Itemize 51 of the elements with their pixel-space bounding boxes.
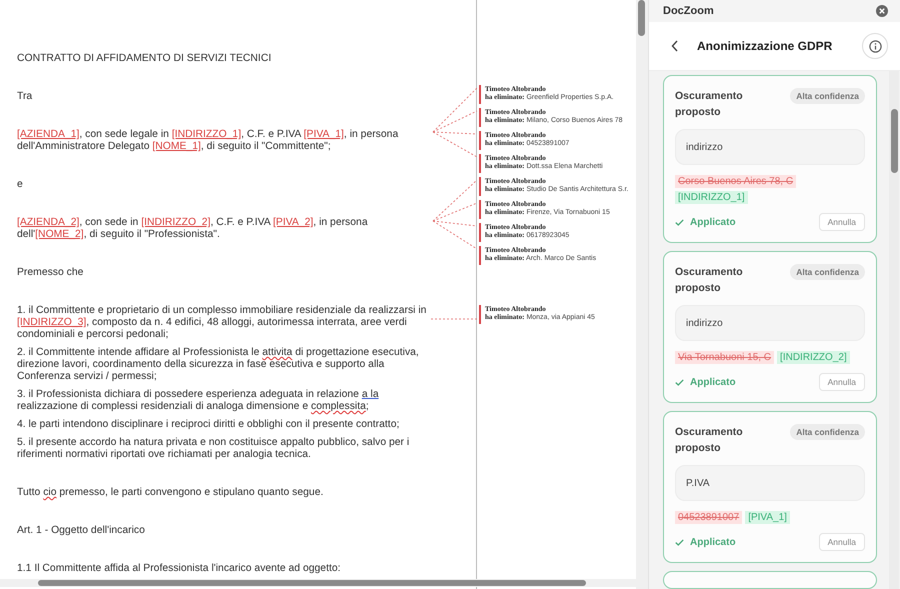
removed-text: Corso Buenos Aires 78, C [675,175,796,188]
close-icon[interactable] [876,5,888,17]
replacement-text: [INDIRIZZO_1] [675,191,748,204]
paragraph: Art. 1 - Oggetto dell'incarico [17,525,146,537]
replacement-text: [INDIRIZZO_2] [777,351,850,364]
category-field[interactable]: indirizzo [675,305,865,341]
undo-button[interactable]: Annulla [818,533,865,551]
paragraph: 2. il Committente intende affidare al Professionista le attivita di progettazione esecutiva, direzione lavori, coordinamento della sicurezza in fase esecutiva e supporto alla Conferenza servizi / permessi; [17,347,420,383]
paragraph: 3. il Professionista dichiara di possedere esperienza adeguata in relazione a la realizzazione di complessi residenziali di analoga dimensione e complessita; [17,389,380,413]
info-icon [868,40,882,52]
removed-text: Via Tornabuoni 15, C [675,351,774,364]
card-title: Oscuramento proposto [675,265,744,296]
paragraph: [AZIENDA_1], con sede legale in [INDIRIZZO_1], C.F. e P.IVA [PIVA_1], in persona dell'Amministratore Delegato [NOME_1], di seguito il "Committente"; [17,129,400,153]
undo-button[interactable]: Annulla [818,213,865,231]
vertical-scrollbar[interactable] [636,0,648,589]
app-name: DocZoom [663,5,714,17]
confidence-badge: Alta confidenza [790,424,865,440]
horizontal-scrollbar[interactable] [0,579,636,587]
replacement-text: [PIVA_1] [745,511,790,524]
paragraph: Tutto cio premesso, le parti convengono e stipulano quanto segue. [17,487,324,499]
paragraph: CONTRATTO DI AFFIDAMENTO DI SERVIZI TECNICI [17,53,272,65]
check-icon [675,218,684,226]
paragraph: 1.1 Il Committente affida al Professionista l'incarico avente ad oggetto: [17,563,342,575]
category-field[interactable]: indirizzo [675,129,865,165]
check-icon [675,378,684,386]
check-icon [675,538,684,546]
paragraph: 1. il Committente e proprietario di un complesso immobiliare residenziale da realizzarsi in [INDIRIZZO_3], composto da n. 4 edifici, 48 alloggi, autorimessa interrata, aree verdi condominiali e percorsi pedonali; [17,305,428,341]
card-title: Oscuramento proposto [675,89,744,120]
paragraph: Premesso che [17,267,84,279]
info-button[interactable] [862,33,888,59]
panel-scrollbar[interactable] [889,71,899,589]
back-icon[interactable] [671,40,679,52]
paragraph: 4. le parti intendono disciplinare i reciproci diritti e obblighi con il presente contratto; [17,419,400,431]
panel-title: Anonimizzazione GDPR [697,39,834,53]
paragraph: 5. il presente accordo ha natura privata e non costituisce appalto pubblico, salvo per i riferimenti normativi riportati ove richiamati per analogia tecnica. [17,437,410,461]
scrollbar-thumb[interactable] [38,580,586,586]
confidence-badge: Alta confidenza [790,264,865,280]
applied-status: Applicato [675,216,736,228]
scrollbar-thumb[interactable] [638,0,645,36]
applied-status: Applicato [675,376,736,388]
scrollbar-thumb[interactable] [891,109,898,173]
paragraph: Tra [17,91,34,103]
category-field[interactable]: P.IVA [675,465,865,501]
leader-line [431,318,478,320]
paragraph: [AZIENDA_2], con sede in [INDIRIZZO_2], C.F. e P.IVA [PIVA_2], in persona dell'[NOME_2], di seguito il "Professionista". [17,217,369,241]
applied-status: Applicato [675,536,736,548]
confidence-badge: Alta confidenza [790,88,865,104]
removed-text: 04523891007 [675,511,742,524]
card-title: Oscuramento proposto [675,425,744,456]
undo-button[interactable]: Annulla [818,373,865,391]
paragraph: e [17,179,24,191]
